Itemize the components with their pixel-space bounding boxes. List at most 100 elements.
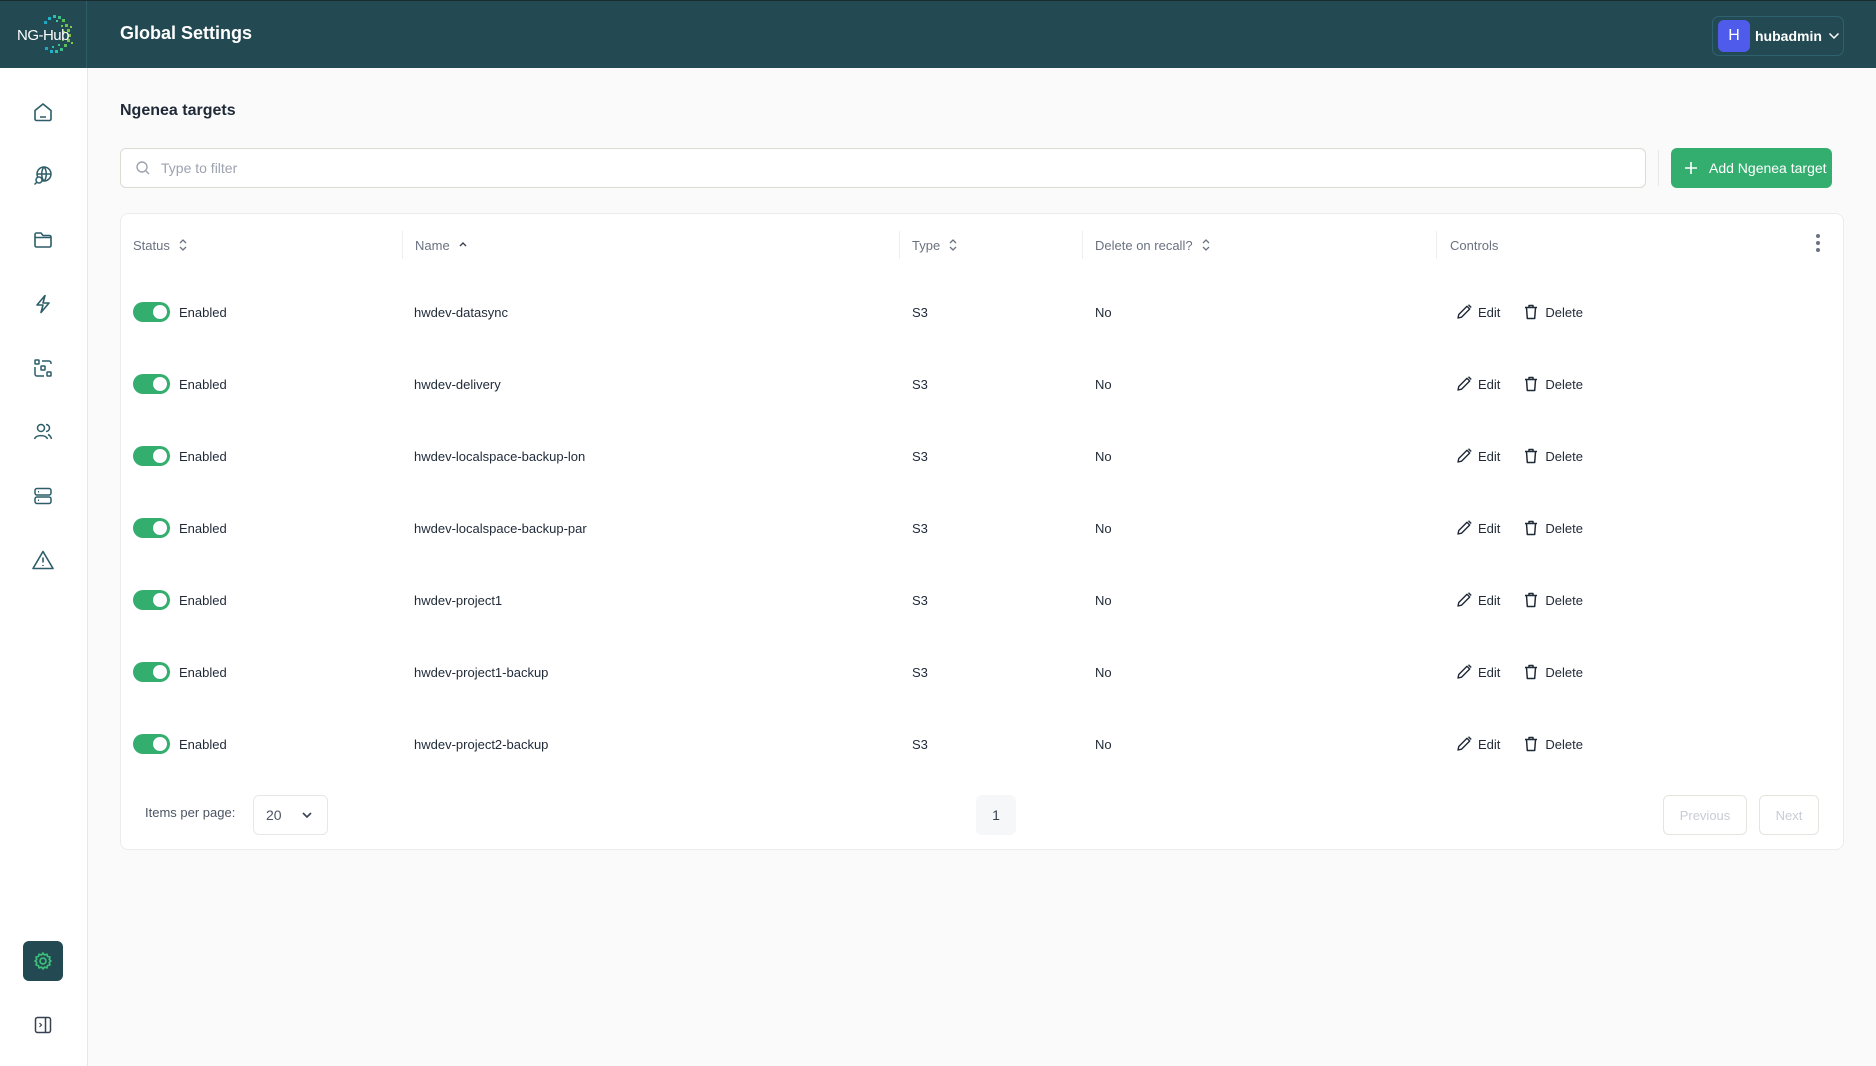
target-name: hwdev-localspace-backup-par <box>414 520 587 536</box>
target-type: S3 <box>912 376 928 392</box>
status-text: Enabled <box>179 736 227 752</box>
pencil-icon <box>1457 592 1472 607</box>
status-toggle[interactable] <box>133 590 170 610</box>
column-header-type[interactable]: Type <box>899 231 958 259</box>
delete-label: Delete <box>1545 736 1583 752</box>
previous-page-button[interactable]: Previous <box>1663 795 1747 835</box>
delete-button[interactable]: Delete <box>1522 447 1583 465</box>
edit-label: Edit <box>1478 736 1501 752</box>
column-header-name[interactable]: Name <box>402 231 468 259</box>
add-button-label: Add Ngenea target <box>1709 160 1827 176</box>
pencil-icon <box>1457 376 1472 391</box>
status-toggle[interactable] <box>133 734 170 754</box>
status-text: Enabled <box>179 592 227 608</box>
delete-on-recall-value: No <box>1095 304 1112 320</box>
trash-icon <box>1525 664 1538 680</box>
edit-button[interactable]: Edit <box>1455 303 1500 321</box>
sidebar-item-actions[interactable] <box>23 284 63 324</box>
column-label: Delete on recall? <box>1095 237 1193 253</box>
status-toggle[interactable] <box>133 302 170 322</box>
workflow-icon <box>34 359 52 377</box>
trash-icon <box>1525 376 1538 392</box>
status-text: Enabled <box>179 520 227 536</box>
delete-on-recall-value: No <box>1095 592 1112 608</box>
column-label: Name <box>415 237 450 253</box>
sort-icon <box>179 239 187 251</box>
status-toggle[interactable] <box>133 446 170 466</box>
user-menu[interactable]: H hubadmin <box>1712 16 1844 56</box>
delete-button[interactable]: Delete <box>1522 375 1583 393</box>
status-text: Enabled <box>179 304 227 320</box>
expand-sidebar-icon <box>34 1016 52 1034</box>
status-toggle[interactable] <box>133 518 170 538</box>
page-title: Global Settings <box>120 23 253 43</box>
trash-icon <box>1525 736 1538 752</box>
delete-label: Delete <box>1545 304 1583 320</box>
sidebar-item-workflows[interactable] <box>23 348 63 388</box>
edit-button[interactable]: Edit <box>1455 591 1500 609</box>
target-name: hwdev-localspace-backup-lon <box>414 448 586 464</box>
sidebar-item-users[interactable] <box>23 412 63 452</box>
edit-button[interactable]: Edit <box>1455 375 1500 393</box>
section-title: Ngenea targets <box>120 102 236 119</box>
page-number-button[interactable]: 1 <box>976 795 1016 835</box>
chevron-down-icon <box>1828 32 1839 40</box>
filter-input[interactable] <box>161 160 1561 176</box>
delete-button[interactable]: Delete <box>1522 591 1583 609</box>
delete-button[interactable]: Delete <box>1522 735 1583 753</box>
items-per-page-select[interactable]: 20 <box>253 795 328 835</box>
column-header-delete-on-recall[interactable]: Delete on recall? <box>1082 231 1211 259</box>
sidebar-item-alerts[interactable] <box>23 540 63 580</box>
target-type: S3 <box>912 664 928 680</box>
logo-text: NG-Hub <box>16 26 70 44</box>
delete-button[interactable]: Delete <box>1522 303 1583 321</box>
users-icon <box>33 423 53 440</box>
sidebar-item-files[interactable] <box>23 220 63 260</box>
search-icon <box>136 161 150 175</box>
status-toggle[interactable] <box>133 662 170 682</box>
sidebar <box>0 68 88 1066</box>
server-icon <box>34 487 52 505</box>
plus-icon <box>1685 162 1697 174</box>
target-type: S3 <box>912 304 928 320</box>
delete-label: Delete <box>1545 448 1583 464</box>
sidebar-item-sites[interactable] <box>23 476 63 516</box>
target-type: S3 <box>912 448 928 464</box>
status-toggle[interactable] <box>133 374 170 394</box>
delete-button[interactable]: Delete <box>1522 519 1583 537</box>
sidebar-expand-toggle[interactable] <box>23 1005 63 1045</box>
sidebar-item-settings[interactable] <box>23 941 63 981</box>
status-text: Enabled <box>179 376 227 392</box>
filter-field[interactable] <box>120 148 1646 188</box>
pencil-icon <box>1457 736 1472 751</box>
edit-button[interactable]: Edit <box>1455 447 1500 465</box>
home-icon <box>34 103 52 122</box>
add-ngenea-target-button[interactable]: Add Ngenea target <box>1671 148 1832 188</box>
avatar: H <box>1718 20 1750 52</box>
column-label: Controls <box>1450 237 1499 253</box>
edit-label: Edit <box>1478 376 1501 392</box>
column-header-status[interactable]: Status <box>133 231 188 259</box>
delete-on-recall-value: No <box>1095 520 1112 536</box>
column-header-controls: Controls <box>1436 231 1498 259</box>
target-name: hwdev-project1 <box>414 592 503 608</box>
sidebar-item-home[interactable] <box>23 92 63 132</box>
edit-button[interactable]: Edit <box>1455 519 1500 537</box>
ng-hub-logo[interactable]: NG-Hub <box>0 1 87 69</box>
top-bar: NG-Hub Global Settings H hubadmin <box>0 0 1876 69</box>
edit-button[interactable]: Edit <box>1455 663 1500 681</box>
next-page-button[interactable]: Next <box>1759 795 1819 835</box>
delete-label: Delete <box>1545 376 1583 392</box>
pencil-icon <box>1457 448 1472 463</box>
delete-button[interactable]: Delete <box>1522 663 1583 681</box>
table-options-button[interactable] <box>1812 232 1824 254</box>
edit-button[interactable]: Edit <box>1455 735 1500 753</box>
edit-label: Edit <box>1478 592 1501 608</box>
target-name: hwdev-datasync <box>414 304 508 320</box>
pencil-icon <box>1457 664 1472 679</box>
chevron-down-icon <box>302 812 312 819</box>
toolbar-divider <box>1658 150 1659 186</box>
edit-label: Edit <box>1478 520 1501 536</box>
sidebar-item-search[interactable] <box>23 156 63 196</box>
target-name: hwdev-project2-backup <box>414 736 549 752</box>
